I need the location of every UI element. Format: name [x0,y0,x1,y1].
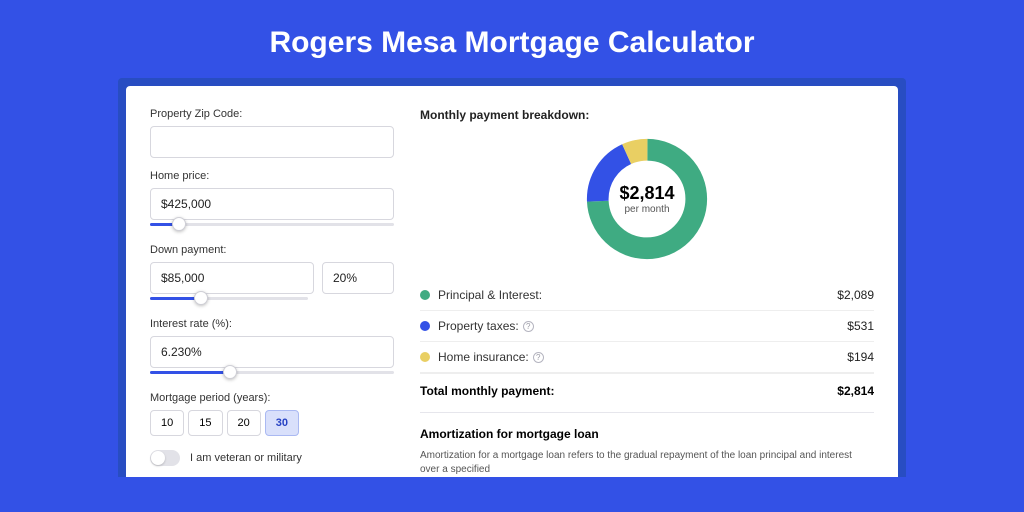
donut-amount: $2,814 [619,183,674,204]
dot-insurance [420,352,430,362]
veteran-row: I am veteran or military [150,450,394,466]
amortization-title: Amortization for mortgage loan [420,427,874,441]
interest-slider[interactable] [150,366,394,380]
period-btn-20[interactable]: 20 [227,410,261,436]
period-label: Mortgage period (years): [150,392,394,404]
down-payment-percent-input[interactable] [322,262,394,294]
zip-field: Property Zip Code: [150,108,394,158]
row-principal: Principal & Interest: $2,089 [420,280,874,311]
inputs-column: Property Zip Code: Home price: Down paym… [150,108,394,477]
total-value: $2,814 [837,384,874,398]
down-payment-amount-input[interactable] [150,262,314,294]
row-taxes: Property taxes: ? $531 [420,311,874,342]
period-btn-30[interactable]: 30 [265,410,299,436]
period-field: Mortgage period (years): 10 15 20 30 [150,392,394,436]
zip-input[interactable] [150,126,394,158]
dot-taxes [420,321,430,331]
card-wrapper: Property Zip Code: Home price: Down paym… [118,78,906,477]
zip-label: Property Zip Code: [150,108,394,120]
down-payment-label: Down payment: [150,244,394,256]
interest-field: Interest rate (%): [150,318,394,380]
amortization-section: Amortization for mortgage loan Amortizat… [420,412,874,477]
dot-principal [420,290,430,300]
home-price-slider[interactable] [150,218,394,232]
home-price-field: Home price: [150,170,394,232]
label-insurance: Home insurance: ? [438,350,847,364]
home-price-input[interactable] [150,188,394,220]
value-insurance: $194 [847,350,874,364]
value-taxes: $531 [847,319,874,333]
period-btn-15[interactable]: 15 [188,410,222,436]
row-insurance: Home insurance: ? $194 [420,342,874,373]
interest-label: Interest rate (%): [150,318,394,330]
period-btn-10[interactable]: 10 [150,410,184,436]
veteran-toggle[interactable] [150,450,180,466]
row-total: Total monthly payment: $2,814 [420,373,874,412]
home-price-label: Home price: [150,170,394,182]
donut-sub: per month [619,204,674,215]
value-principal: $2,089 [837,288,874,302]
total-label: Total monthly payment: [420,384,837,398]
info-icon[interactable]: ? [523,321,534,332]
label-taxes: Property taxes: ? [438,319,847,333]
page-title: Rogers Mesa Mortgage Calculator [0,0,1024,78]
info-icon[interactable]: ? [533,352,544,363]
label-principal: Principal & Interest: [438,288,837,302]
period-buttons: 10 15 20 30 [150,410,394,436]
veteran-label: I am veteran or military [190,452,302,464]
amortization-text: Amortization for a mortgage loan refers … [420,449,874,477]
interest-input[interactable] [150,336,394,368]
down-payment-slider[interactable] [150,292,308,306]
breakdown-column: Monthly payment breakdown: $2,814 per mo… [420,108,874,477]
donut-center: $2,814 per month [619,183,674,215]
breakdown-title: Monthly payment breakdown: [420,108,874,122]
calculator-card: Property Zip Code: Home price: Down paym… [126,86,898,477]
down-payment-field: Down payment: [150,244,394,306]
donut-chart: $2,814 per month [420,134,874,264]
